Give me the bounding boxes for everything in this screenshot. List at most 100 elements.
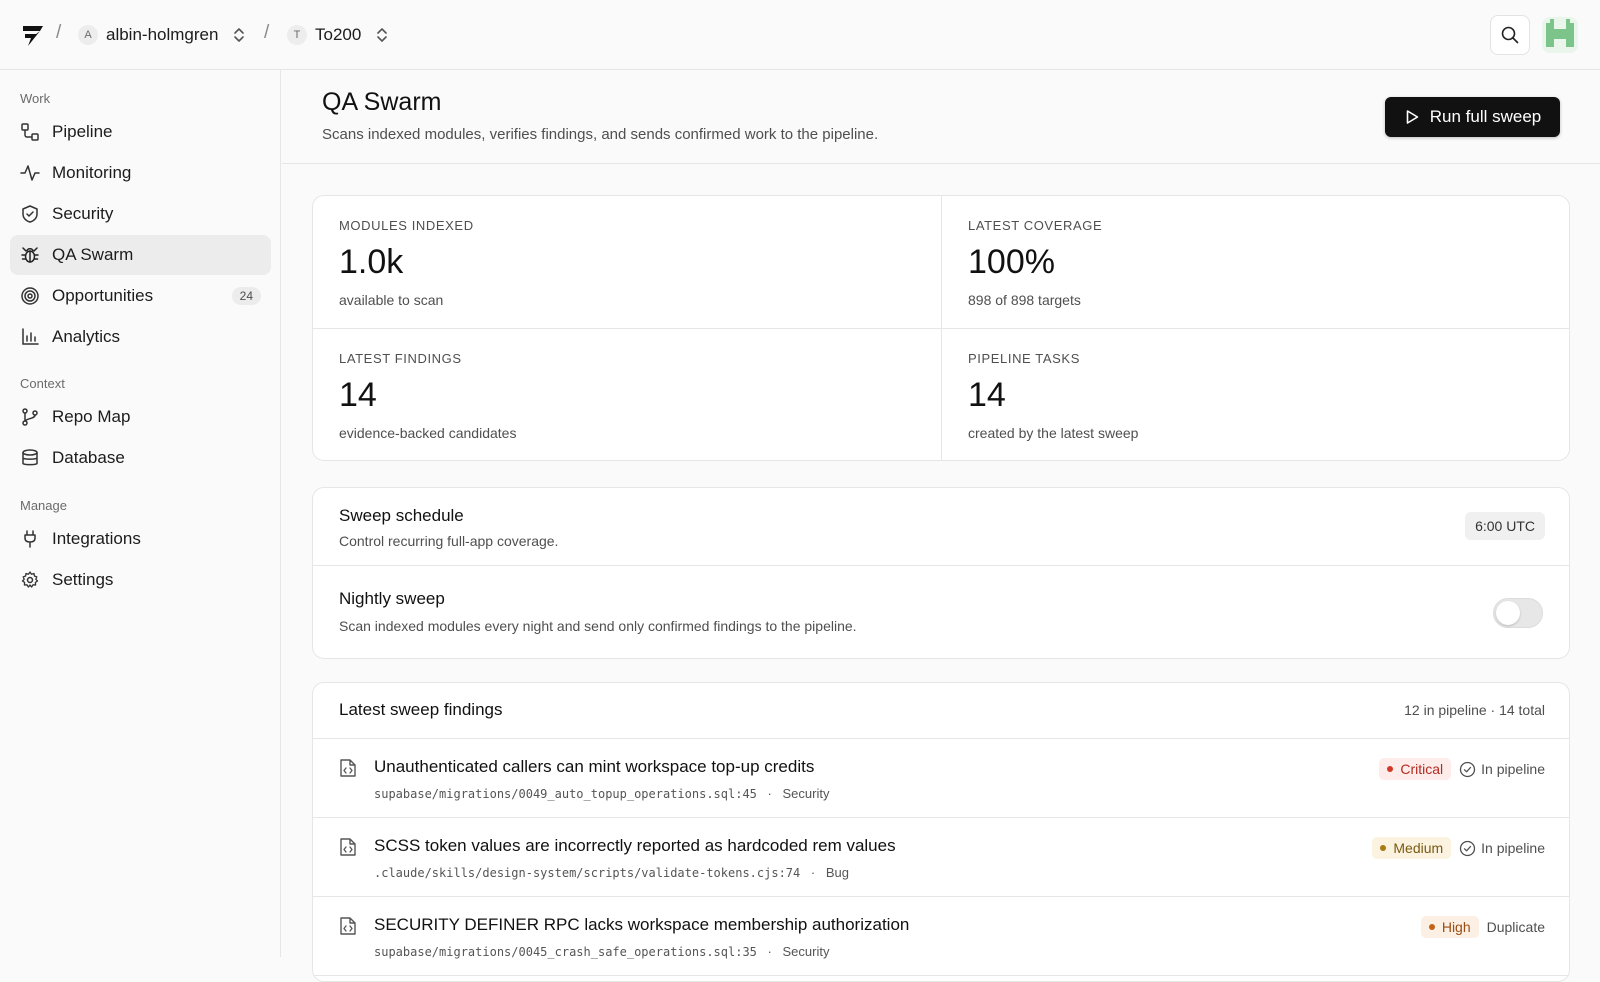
sidebar-item-monitoring[interactable]: Monitoring	[10, 153, 271, 193]
sidebar-item-label: Monitoring	[52, 163, 132, 182]
schedule-header: Sweep schedule Control recurring full-ap…	[313, 488, 1569, 566]
opportunities-count-badge: 24	[231, 287, 261, 305]
severity-badge: Medium	[1372, 837, 1452, 859]
sidebar-item-integrations[interactable]: Integrations	[10, 519, 271, 559]
chevron-up-down-icon	[234, 28, 245, 42]
check-circle-icon	[1460, 761, 1476, 777]
app-logo-icon[interactable]	[20, 22, 46, 48]
play-icon	[1406, 110, 1419, 124]
finding-title: Unauthenticated callers can mint workspa…	[374, 757, 815, 776]
chevron-up-down-icon	[377, 28, 388, 42]
run-full-sweep-button[interactable]: Run full sweep	[1385, 97, 1560, 137]
target-icon	[21, 287, 39, 305]
finding-tags: High Duplicate	[1420, 916, 1545, 938]
sidebar-section-work: Work	[20, 91, 51, 106]
sidebar-item-label: Integrations	[52, 529, 141, 548]
bar-chart-icon	[22, 328, 39, 345]
finding-row[interactable]: SECURITY DEFINER RPC lacks workspace mem…	[313, 898, 1569, 976]
run-full-sweep-label: Run full sweep	[1429, 107, 1542, 126]
severity-badge: Critical	[1379, 758, 1452, 780]
finding-tags: Medium In pipeline	[1372, 837, 1545, 859]
breadcrumb-separator: /	[264, 22, 270, 43]
finding-category: Security	[782, 786, 830, 801]
stat-latest-findings: LATEST FINDINGS 14 evidence-backed candi…	[313, 329, 942, 460]
finding-title: SCSS token values are incorrectly report…	[374, 836, 896, 855]
meta-separator: ·	[767, 786, 772, 801]
schedule-time-chip[interactable]: 6:00 UTC	[1465, 512, 1545, 540]
finding-row[interactable]: Unauthenticated callers can mint workspa…	[313, 740, 1569, 818]
stat-label: LATEST COVERAGE	[968, 218, 1103, 233]
search-button[interactable]	[1490, 15, 1530, 55]
toggle-knob	[1496, 601, 1520, 625]
sidebar-item-pipeline[interactable]: Pipeline	[10, 112, 271, 152]
nightly-sweep-title: Nightly sweep	[339, 589, 445, 608]
activity-icon	[20, 165, 40, 181]
finding-row[interactable]: SCSS token values are incorrectly report…	[313, 819, 1569, 897]
sidebar: Work Pipeline Monitoring Security QA Swa…	[0, 70, 281, 957]
sidebar-item-label: Settings	[52, 570, 114, 589]
finding-meta: supabase/migrations/0049_auto_topup_oper…	[374, 786, 829, 801]
page-title: QA Swarm	[322, 88, 442, 116]
severity-badge: High	[1420, 916, 1479, 938]
nightly-sweep-subtitle: Scan indexed modules every night and sen…	[339, 618, 857, 634]
workspace-switcher[interactable]: A albin-holmgren	[78, 22, 246, 48]
project-name: To200	[315, 25, 362, 44]
stat-value: 100%	[968, 243, 1055, 281]
search-icon	[1501, 26, 1519, 44]
severity-label: Critical	[1400, 761, 1444, 777]
severity-dot	[1428, 924, 1435, 930]
pipeline-icon	[21, 123, 39, 141]
database-icon	[22, 449, 38, 466]
nightly-sweep-toggle[interactable]	[1493, 598, 1543, 628]
stat-value: 14	[968, 376, 1006, 414]
page-header: QA Swarm Scans indexed modules, verifies…	[282, 70, 1600, 164]
sidebar-section-manage: Manage	[20, 498, 67, 513]
user-avatar[interactable]	[1542, 17, 1578, 53]
gear-icon	[21, 571, 39, 588]
stats-card: MODULES INDEXED 1.0k available to scan L…	[312, 195, 1570, 461]
sidebar-item-label: Pipeline	[52, 122, 113, 141]
sidebar-item-label: Analytics	[52, 327, 121, 346]
sidebar-item-repo-map[interactable]: Repo Map	[10, 397, 271, 437]
check-circle-icon	[1460, 840, 1476, 856]
sidebar-item-analytics[interactable]: Analytics	[10, 317, 271, 357]
stat-caption: available to scan	[339, 292, 444, 308]
finding-tags: Critical In pipeline	[1379, 758, 1545, 780]
severity-dot	[1387, 766, 1394, 772]
workspace-name: albin-holmgren	[106, 25, 219, 44]
top-bar: / A albin-holmgren / T To200	[0, 0, 1600, 70]
finding-path: supabase/migrations/0049_auto_topup_oper…	[374, 787, 757, 801]
sidebar-item-opportunities[interactable]: Opportunities 24	[10, 276, 271, 316]
main-content: QA Swarm Scans indexed modules, verifies…	[282, 70, 1600, 982]
severity-dot	[1380, 845, 1387, 851]
latest-findings-card: Latest sweep findings 12 in pipeline · 1…	[312, 682, 1570, 982]
sidebar-item-database[interactable]: Database	[10, 438, 271, 478]
status-label: Duplicate	[1486, 919, 1545, 935]
status-badge: In pipeline	[1459, 761, 1545, 778]
status-badge: In pipeline	[1459, 840, 1545, 857]
finding-category: Bug	[825, 865, 849, 880]
findings-title: Latest sweep findings	[339, 700, 503, 719]
status-label: In pipeline	[1481, 840, 1545, 856]
project-switcher[interactable]: T To200	[287, 22, 389, 48]
stat-label: LATEST FINDINGS	[339, 351, 462, 366]
stat-pipeline-tasks: PIPELINE TASKS 14 created by the latest …	[942, 329, 1569, 460]
severity-label: High	[1441, 919, 1471, 935]
severity-label: Medium	[1393, 840, 1444, 856]
sidebar-item-settings[interactable]: Settings	[10, 560, 271, 600]
finding-meta: .claude/skills/design-system/scripts/val…	[374, 865, 849, 880]
stat-caption: 898 of 898 targets	[968, 292, 1081, 308]
stat-modules-indexed: MODULES INDEXED 1.0k available to scan	[313, 196, 942, 329]
stat-caption: evidence-backed candidates	[339, 425, 517, 441]
stat-latest-coverage: LATEST COVERAGE 100% 898 of 898 targets	[942, 196, 1569, 329]
project-avatar: T	[287, 25, 307, 45]
shield-icon	[22, 205, 38, 223]
sidebar-item-security[interactable]: Security	[10, 194, 271, 234]
status-badge: Duplicate	[1487, 919, 1545, 935]
git-branch-icon	[22, 408, 38, 426]
stat-caption: created by the latest sweep	[968, 425, 1139, 441]
sidebar-item-qa-swarm[interactable]: QA Swarm	[10, 235, 271, 275]
meta-separator: ·	[810, 865, 816, 880]
findings-header: Latest sweep findings 12 in pipeline · 1…	[313, 683, 1569, 739]
sidebar-section-context: Context	[20, 376, 65, 391]
